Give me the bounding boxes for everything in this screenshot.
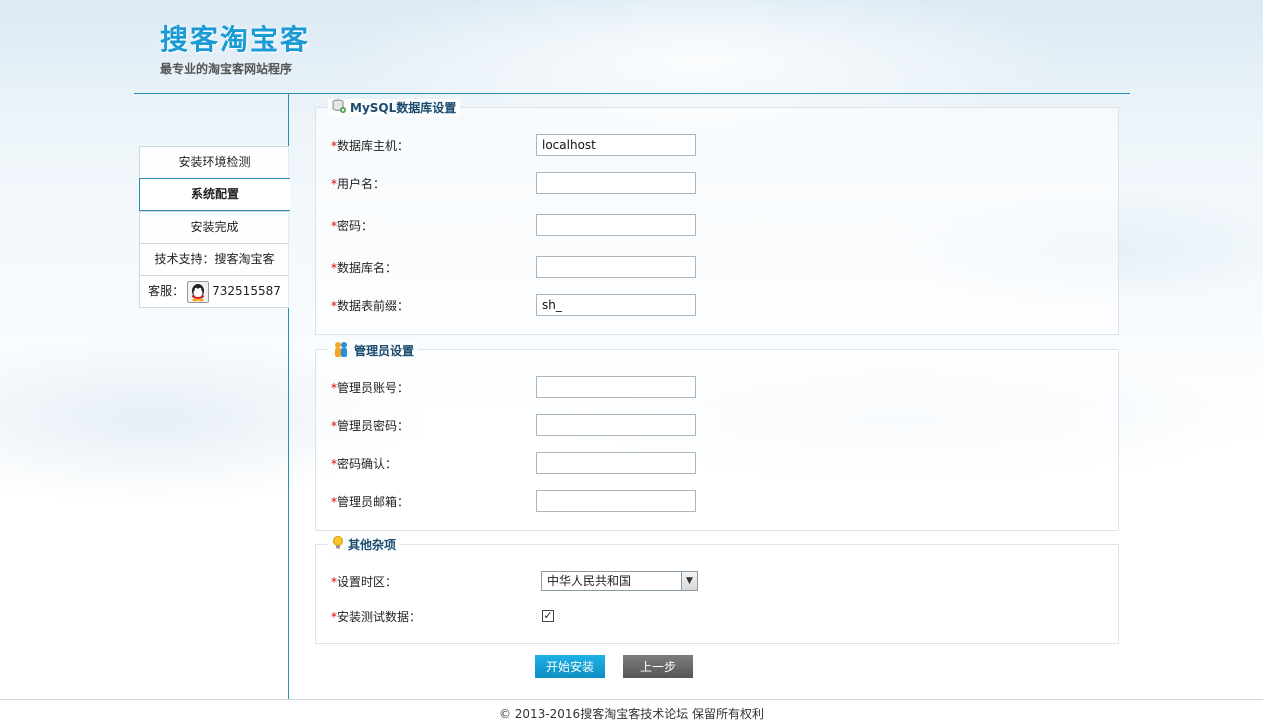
form-row-admin-password-confirm: *密码确认：: [331, 451, 1111, 475]
chevron-down-icon[interactable]: ▼: [681, 572, 697, 590]
other-legend: 其他杂项: [328, 536, 401, 554]
sidebar-item-tech-support: 技术支持：搜客淘宝客: [139, 243, 289, 275]
test-data-checkbox[interactable]: ✓: [542, 610, 554, 622]
other-settings-section: 其他杂项 *设置时区： 中华人民共和国 ▼ *安装测试数据： ✓: [315, 536, 1119, 644]
sidebar-item-label: 安装环境检测: [178, 155, 251, 169]
sidebar-item-system-config[interactable]: 系统配置: [139, 178, 290, 211]
mysql-legend: MySQL数据库设置: [328, 99, 461, 117]
admin-legend-text: 管理员设置: [354, 344, 415, 358]
footer-divider: [0, 699, 1263, 700]
db-name-input[interactable]: [536, 256, 696, 278]
checkmark-icon: ✓: [543, 609, 553, 622]
other-legend-text: 其他杂项: [348, 538, 397, 552]
admin-password-label: *管理员密码：: [331, 418, 410, 433]
sidebar-item-label: 安装完成: [190, 220, 239, 234]
footer-copyright: © 2013-2016搜客淘宝客技术论坛 保留所有权利: [498, 707, 765, 721]
admin-settings-section: 管理员设置 *管理员账号： *管理员密码： *密码确认： *管理员邮箱：: [315, 341, 1119, 531]
mysql-legend-text: MySQL数据库设置: [350, 101, 457, 115]
logo: 搜客淘宝客 最专业的淘宝客网站程序: [160, 22, 310, 77]
admin-password-confirm-input[interactable]: [536, 452, 696, 474]
sidebar-item-env-check[interactable]: 安装环境检测: [139, 146, 289, 178]
test-data-label: *安装测试数据：: [331, 609, 422, 624]
admin-password-input[interactable]: [536, 414, 696, 436]
service-qq-number: 732515587: [212, 284, 281, 298]
database-icon: [332, 99, 346, 117]
admin-password-confirm-label: *密码确认：: [331, 456, 398, 471]
admin-legend: 管理员设置: [328, 341, 419, 361]
form-row-timezone: *设置时区： 中华人民共和国 ▼: [331, 569, 1111, 593]
sidebar-item-label: 技术支持：搜客淘宝客: [154, 252, 275, 266]
sidebar-item-label: 系统配置: [190, 187, 239, 201]
form-row-db-host: *数据库主机：: [331, 133, 1111, 157]
form-row-admin-email: *管理员邮箱：: [331, 489, 1111, 513]
sidebar-item-install-complete[interactable]: 安装完成: [139, 211, 289, 243]
timezone-label: *设置时区：: [331, 574, 398, 589]
db-user-label: *用户名：: [331, 176, 386, 191]
sidebar-item-customer-service: 客服： 732515587: [139, 275, 289, 308]
db-password-input[interactable]: [536, 214, 696, 236]
admin-account-input[interactable]: [536, 376, 696, 398]
qq-icon[interactable]: [187, 280, 210, 303]
form-row-admin-password: *管理员密码：: [331, 413, 1111, 437]
form-row-db-password: *密码：: [331, 213, 1111, 237]
db-password-label: *密码：: [331, 218, 374, 233]
admin-email-input[interactable]: [536, 490, 696, 512]
db-name-label: *数据库名：: [331, 260, 398, 275]
service-label: 客服：: [148, 284, 185, 298]
logo-subtitle: 最专业的淘宝客网站程序: [160, 62, 293, 76]
start-install-button[interactable]: 开始安装: [535, 655, 605, 678]
db-prefix-label: *数据表前缀：: [331, 298, 410, 313]
lightbulb-icon: [332, 536, 344, 554]
form-row-admin-account: *管理员账号：: [331, 375, 1111, 399]
header-divider: [134, 93, 1130, 94]
form-row-db-prefix: *数据表前缀：: [331, 293, 1111, 317]
db-user-input[interactable]: [536, 172, 696, 194]
form-row-db-user: *用户名：: [331, 171, 1111, 195]
admin-account-label: *管理员账号：: [331, 380, 410, 395]
previous-step-button[interactable]: 上一步: [623, 655, 693, 678]
form-row-test-data: *安装测试数据： ✓: [331, 604, 1111, 628]
mysql-settings-section: MySQL数据库设置 *数据库主机： *用户名： *密码： *数据库名： *数据…: [315, 99, 1119, 335]
db-prefix-input[interactable]: [536, 294, 696, 316]
users-icon: [332, 341, 350, 361]
db-host-input[interactable]: [536, 134, 696, 156]
sidebar: 安装环境检测 系统配置 安装完成 技术支持：搜客淘宝客 客服： 732515587: [139, 146, 290, 308]
timezone-select[interactable]: 中华人民共和国 ▼: [541, 571, 698, 591]
timezone-selected-value: 中华人民共和国: [547, 574, 632, 588]
admin-email-label: *管理员邮箱：: [331, 494, 410, 509]
form-row-db-name: *数据库名：: [331, 255, 1111, 279]
logo-title: 搜客淘宝客: [160, 23, 311, 56]
db-host-label: *数据库主机：: [331, 138, 410, 153]
